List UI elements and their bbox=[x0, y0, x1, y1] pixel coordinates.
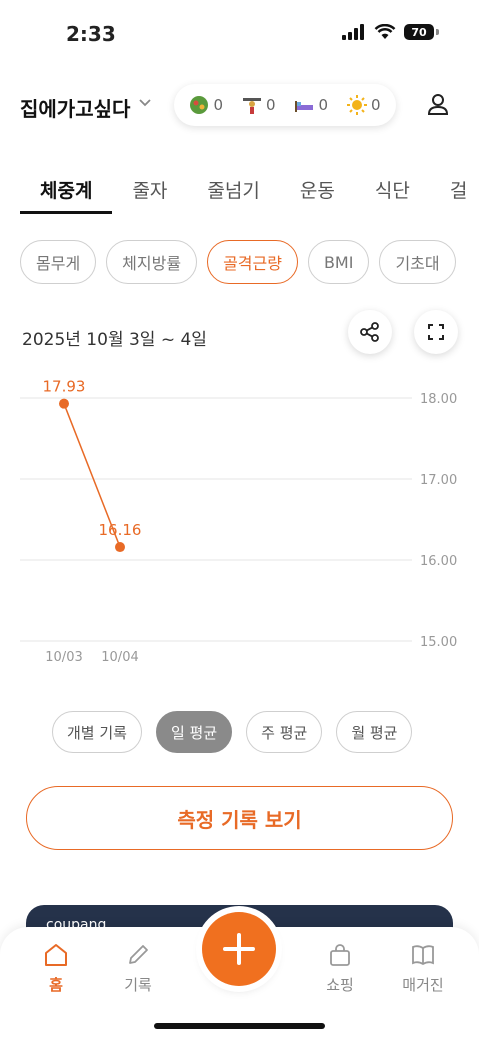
profile-icon[interactable] bbox=[426, 92, 450, 116]
y-tick-label: 17.00 bbox=[420, 473, 457, 488]
chevron-down-icon[interactable] bbox=[138, 96, 152, 110]
metric-chips: 몸무게 체지방률 골격근량 BMI 기초대 bbox=[20, 240, 469, 284]
page-title[interactable]: 집에가고싶다 bbox=[20, 93, 130, 122]
tab-exercise[interactable]: 운동 bbox=[280, 176, 355, 214]
sun-icon bbox=[346, 95, 367, 115]
nav-record[interactable]: 기록 bbox=[103, 942, 173, 995]
stat-salad-value: 0 bbox=[213, 96, 224, 114]
shopping-bag-icon bbox=[330, 944, 350, 966]
data-point bbox=[115, 542, 125, 553]
expand-icon bbox=[428, 324, 444, 340]
chip-bmr[interactable]: 기초대 bbox=[379, 240, 456, 284]
wifi-icon bbox=[374, 24, 396, 39]
chip-weight[interactable]: 몸무게 bbox=[20, 240, 97, 284]
stat-sleep-value: 0 bbox=[318, 96, 329, 114]
home-indicator bbox=[154, 1023, 325, 1029]
status-icons: 70 bbox=[342, 24, 439, 40]
home-icon bbox=[45, 944, 67, 966]
tab-more[interactable]: 걸 bbox=[430, 176, 479, 214]
muscle-mass-chart: 18.00 17.00 16.00 15.00 10/03 10/04 17.93 16.16 bbox=[20, 378, 457, 665]
stat-salad: 0 bbox=[189, 95, 223, 115]
view-records-button[interactable]: 측정 기록 보기 bbox=[26, 786, 453, 850]
period-daily-average[interactable]: 일 평균 bbox=[155, 711, 233, 753]
fullscreen-button[interactable] bbox=[414, 310, 458, 354]
add-record-button[interactable] bbox=[202, 912, 276, 986]
period-monthly-average[interactable]: 월 평균 bbox=[336, 711, 413, 753]
data-point bbox=[59, 398, 69, 409]
pencil-icon bbox=[129, 945, 148, 964]
stat-sun: 0 bbox=[346, 95, 381, 115]
stat-sleep: 0 bbox=[294, 95, 328, 115]
y-tick-label: 15.00 bbox=[420, 635, 457, 650]
x-tick-label: 10/03 bbox=[45, 650, 82, 665]
data-label: 17.93 bbox=[43, 378, 86, 396]
nav-home[interactable]: 홈 bbox=[21, 942, 91, 995]
bed-icon bbox=[295, 101, 314, 112]
book-icon bbox=[412, 945, 434, 966]
category-tabs: 체중계 줄자 줄넘기 운동 식단 걸 bbox=[20, 176, 479, 214]
battery-icon: 70 bbox=[404, 24, 434, 40]
chip-muscle-mass[interactable]: 골격근량 bbox=[207, 240, 298, 284]
x-tick-label: 10/04 bbox=[101, 650, 138, 665]
nav-shopping-label: 쇼핑 bbox=[326, 976, 354, 994]
signal-icon bbox=[342, 24, 364, 40]
plus-icon bbox=[223, 933, 255, 965]
y-tick-label: 18.00 bbox=[420, 392, 457, 407]
daily-stats-pill[interactable]: 0 0 0 0 bbox=[174, 84, 396, 126]
status-time: 2:33 bbox=[66, 22, 116, 46]
tab-jumprope[interactable]: 줄넘기 bbox=[187, 176, 279, 214]
period-selector: 개별 기록 일 평균 주 평균 월 평균 bbox=[52, 711, 413, 753]
share-icon bbox=[360, 322, 379, 342]
stat-workout-value: 0 bbox=[265, 96, 276, 114]
chip-bmi[interactable]: BMI bbox=[307, 240, 370, 284]
data-label: 16.16 bbox=[99, 521, 142, 539]
stat-workout: 0 bbox=[242, 95, 276, 115]
stat-sun-value: 0 bbox=[370, 96, 381, 114]
tab-scale[interactable]: 체중계 bbox=[20, 176, 113, 214]
nav-magazine[interactable]: 매거진 bbox=[388, 942, 458, 995]
tab-diet[interactable]: 식단 bbox=[355, 176, 430, 214]
nav-home-label: 홈 bbox=[49, 976, 63, 994]
battery-cap bbox=[436, 29, 439, 35]
y-tick-label: 16.00 bbox=[420, 554, 457, 569]
tab-tape[interactable]: 줄자 bbox=[112, 176, 187, 214]
nav-record-label: 기록 bbox=[124, 976, 152, 994]
period-individual[interactable]: 개별 기록 bbox=[52, 711, 142, 753]
chip-body-fat[interactable]: 체지방률 bbox=[106, 240, 198, 284]
period-weekly-average[interactable]: 주 평균 bbox=[246, 711, 323, 753]
date-range: 2025년 10월 3일 ~ 4일 bbox=[22, 330, 207, 350]
weightlifter-icon bbox=[242, 98, 261, 114]
salad-icon bbox=[190, 96, 209, 114]
share-button[interactable] bbox=[348, 310, 392, 354]
nav-shopping[interactable]: 쇼핑 bbox=[305, 942, 375, 995]
nav-magazine-label: 매거진 bbox=[402, 976, 444, 994]
